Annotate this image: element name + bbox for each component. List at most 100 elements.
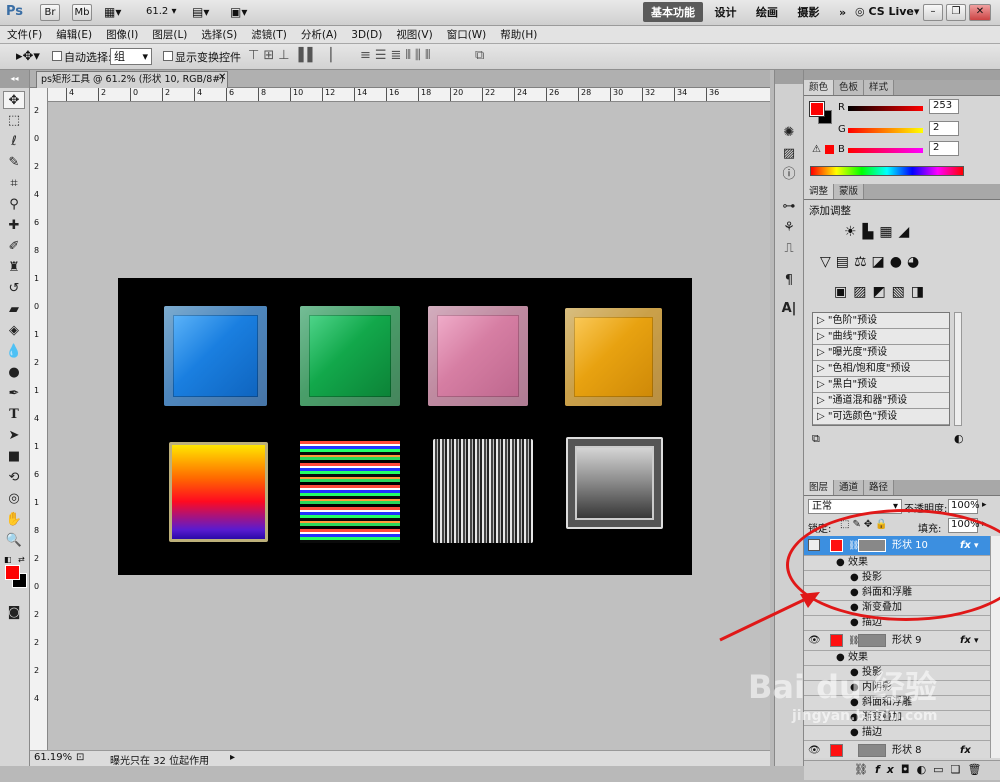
default-colors-icon[interactable]: ◧ bbox=[4, 555, 12, 564]
strip-collapse-icon[interactable] bbox=[775, 70, 803, 84]
foreground-color-swatch[interactable] bbox=[5, 565, 20, 580]
eye-icon[interactable]: ● bbox=[850, 616, 859, 630]
paint-bucket-tool-icon[interactable]: ◈ bbox=[3, 322, 25, 340]
more-workspaces-button[interactable]: » bbox=[831, 2, 854, 26]
menu-edit[interactable]: 编辑(E) bbox=[49, 26, 99, 42]
visibility-eye-icon[interactable]: 👁 bbox=[808, 744, 821, 758]
gamut-warning-icon[interactable]: ⚠ bbox=[812, 144, 821, 155]
type-tool-icon[interactable]: T bbox=[3, 406, 25, 424]
add-style-icon[interactable]: fx bbox=[875, 763, 901, 776]
layer-name[interactable]: 形状 9 bbox=[892, 634, 922, 648]
channel-b-value[interactable]: 2 bbox=[929, 141, 959, 156]
delete-layer-icon[interactable]: 🗑 bbox=[967, 763, 988, 776]
brush-tool-icon[interactable]: ✐ bbox=[3, 238, 25, 256]
channel-g-slider[interactable] bbox=[848, 128, 923, 133]
clone-stamp-tool-icon[interactable]: ♜ bbox=[3, 259, 25, 277]
preset-curves[interactable]: ▷ "曲线"预设 bbox=[813, 329, 949, 345]
preset-selective-color[interactable]: ▷ "可选颜色"预设 bbox=[813, 409, 949, 425]
color-panel-foreground-swatch[interactable] bbox=[809, 101, 825, 117]
preset-hue-saturation[interactable]: ▷ "色相/饱和度"预设 bbox=[813, 361, 949, 377]
minibridge-button[interactable]: Mb bbox=[72, 4, 92, 21]
healing-brush-tool-icon[interactable]: ✚ bbox=[3, 217, 25, 235]
move-tool-preset-icon[interactable]: ▸✥▾ bbox=[16, 49, 40, 64]
marquee-tool-icon[interactable]: ⬚ bbox=[3, 112, 25, 130]
fx-icon[interactable]: fx bbox=[960, 634, 971, 648]
document-canvas[interactable] bbox=[118, 278, 692, 575]
paragraph-panel-icon[interactable]: ¶ bbox=[778, 272, 800, 290]
opacity-input[interactable]: 100% bbox=[948, 499, 980, 514]
expand-effects-icon[interactable]: ▾ bbox=[974, 634, 979, 648]
crop-tool-icon[interactable]: ⌗ bbox=[3, 175, 25, 193]
show-transform-checkbox[interactable] bbox=[163, 51, 173, 61]
toolbox-collapse-icon[interactable]: ◂◂ bbox=[0, 70, 29, 88]
auto-select-dropdown[interactable]: 组 ▾ bbox=[110, 48, 152, 65]
menu-file[interactable]: 文件(F) bbox=[0, 26, 49, 42]
effect-stroke[interactable]: ● 描边 bbox=[804, 726, 990, 741]
zoom-tool-icon[interactable]: 🔍 bbox=[3, 532, 25, 550]
status-arrow-icon[interactable]: ▸ bbox=[230, 752, 235, 763]
preset-exposure[interactable]: ▷ "曝光度"预设 bbox=[813, 345, 949, 361]
menu-3d[interactable]: 3D(D) bbox=[344, 26, 389, 42]
screen-mode-icon[interactable]: ▣▾ bbox=[230, 5, 247, 19]
3d-orbit-tool-icon[interactable]: ◎ bbox=[3, 490, 25, 508]
navigator-panel-icon[interactable]: ▨ bbox=[778, 145, 800, 163]
preset-list-scrollbar[interactable] bbox=[954, 312, 962, 426]
distribute-icons[interactable]: ≡☰≣⫴⫼⦀ bbox=[360, 48, 435, 63]
workspace-design[interactable]: 设计 bbox=[707, 0, 745, 24]
channel-r-slider[interactable] bbox=[848, 106, 923, 111]
pen-tool-icon[interactable]: ✒ bbox=[3, 385, 25, 403]
close-tab-icon[interactable]: ✕ bbox=[218, 72, 226, 83]
workspace-painting[interactable]: 绘画 bbox=[748, 0, 786, 24]
dodge-tool-icon[interactable]: ● bbox=[3, 364, 25, 382]
tool-presets-icon[interactable]: ⎍ bbox=[778, 240, 800, 258]
minimize-button[interactable]: – bbox=[923, 4, 943, 21]
restore-button[interactable]: ❐ bbox=[946, 4, 966, 21]
adjustment-icons-row-1[interactable]: ☀▙▦◢ bbox=[844, 224, 915, 240]
align-icons[interactable]: ⊤⊞⊥▐▌▕ bbox=[248, 48, 336, 63]
tab-swatches[interactable]: 色板 bbox=[834, 80, 865, 95]
tab-paths[interactable]: 路径 bbox=[864, 480, 895, 495]
tab-adjustments[interactable]: 调整 bbox=[804, 184, 835, 199]
tab-channels[interactable]: 通道 bbox=[834, 480, 865, 495]
new-layer-icon[interactable]: ❑ bbox=[951, 763, 968, 776]
menu-filter[interactable]: 滤镜(T) bbox=[244, 26, 294, 42]
menu-view[interactable]: 视图(V) bbox=[389, 26, 439, 42]
channel-g-value[interactable]: 2 bbox=[929, 121, 959, 136]
preset-levels[interactable]: ▷ "色阶"预设 bbox=[813, 313, 949, 329]
history-brush-tool-icon[interactable]: ↺ bbox=[3, 280, 25, 298]
history-panel-icon[interactable]: ✺ bbox=[778, 124, 800, 142]
layer-row-shape8[interactable]: 👁 形状 8 fx bbox=[804, 741, 990, 758]
close-button[interactable]: ✕ bbox=[969, 4, 991, 21]
preset-black-white[interactable]: ▷ "黑白"预设 bbox=[813, 377, 949, 393]
new-group-icon[interactable]: ▭ bbox=[933, 763, 950, 776]
layer-row-shape9[interactable]: 👁 ⛓ 形状 9 fx ▾ bbox=[804, 631, 990, 651]
canvas-area[interactable]: Bai du 经验 jingyan.baidu.com bbox=[48, 102, 1000, 750]
tab-layers[interactable]: 图层 bbox=[804, 480, 835, 495]
quick-select-tool-icon[interactable]: ✎ bbox=[3, 154, 25, 172]
menu-image[interactable]: 图像(I) bbox=[99, 26, 145, 42]
zoom-level-dropdown[interactable]: 61.2 ▾ bbox=[146, 6, 176, 17]
preset-channel-mixer[interactable]: ▷ "通道混和器"预设 bbox=[813, 393, 949, 409]
rectangle-tool-icon[interactable]: ■ bbox=[3, 448, 25, 466]
document-tab[interactable]: ps矩形工具 @ 61.2% (形状 10, RGB/8#) * bbox=[36, 71, 228, 88]
opacity-arrow-icon[interactable]: ▸ bbox=[982, 500, 987, 510]
tab-styles[interactable]: 样式 bbox=[864, 80, 895, 95]
eye-icon[interactable]: ● bbox=[850, 726, 859, 740]
channel-b-slider[interactable] bbox=[848, 148, 923, 153]
adjustment-layer-icon[interactable]: ◐ bbox=[917, 763, 934, 776]
path-select-tool-icon[interactable]: ➤ bbox=[3, 427, 25, 445]
tab-masks[interactable]: 蒙版 bbox=[834, 184, 865, 199]
status-zoom[interactable]: 61.19% bbox=[34, 752, 72, 763]
move-tool-icon[interactable]: ✥ bbox=[3, 91, 25, 109]
auto-align-icon[interactable]: ⧉ bbox=[475, 48, 484, 63]
lasso-tool-icon[interactable]: ℓ bbox=[3, 133, 25, 151]
channel-r-value[interactable]: 253 bbox=[929, 99, 959, 114]
3d-rotate-tool-icon[interactable]: ⟲ bbox=[3, 469, 25, 487]
view-extras-icon[interactable]: ▦▾ bbox=[104, 5, 121, 19]
color-spectrum-bar[interactable] bbox=[810, 166, 964, 176]
info-panel-icon[interactable]: ⓘ bbox=[778, 166, 800, 184]
menu-help[interactable]: 帮助(H) bbox=[493, 26, 544, 42]
tab-color[interactable]: 颜色 bbox=[804, 80, 835, 95]
brush-presets-icon[interactable]: ⊶ bbox=[778, 198, 800, 216]
eyedropper-tool-icon[interactable]: ⚲ bbox=[3, 196, 25, 214]
